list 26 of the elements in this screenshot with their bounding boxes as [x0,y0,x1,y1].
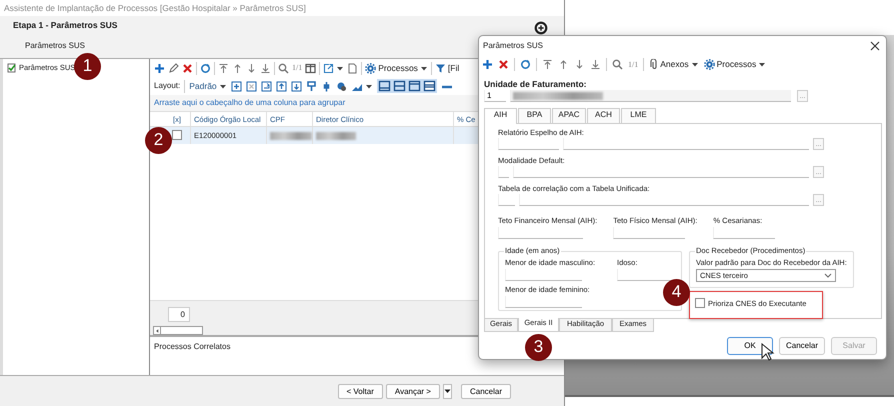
page-indicator: 1/1 [628,60,638,70]
filter-button[interactable]: [Fil [434,62,460,74]
menu-button[interactable]: Processos [365,62,428,74]
tab[interactable]: ACH [587,108,620,124]
field-label: Unidade de Faturamento: [484,79,588,90]
tab[interactable]: APAC [552,108,586,124]
step-title: Etapa 1 - Parâmetros SUS [13,20,118,30]
layout-label: Layout: [154,81,180,91]
layout-dropdown[interactable]: Padrão [189,80,227,92]
dialog-button[interactable]: OK [727,337,773,356]
page-indicator: 1/1 [292,63,302,73]
window-title: Assistente de Implantação de Processos [Gestão Hospitalar » Parâmetros SUS] [3,2,307,15]
dialog-button[interactable]: Cancelar [779,337,825,356]
step-subtitle: Parâmetros SUS [25,41,86,51]
menu-button[interactable]: Processos [704,59,766,70]
dialog-title: Parâmetros SUS [483,41,544,51]
wizard-button[interactable]: Cancelar [460,384,511,398]
tab[interactable]: LME [621,108,656,124]
tab[interactable]: AIH [484,108,517,124]
wizard-button[interactable]: Avançar > [386,384,440,398]
input-field[interactable]: 1 [484,90,506,102]
tab[interactable]: BPA [518,108,551,124]
related-processes-title: Processos Correlatos [154,342,230,351]
wizard-button[interactable]: < Voltar [338,384,383,398]
record-count: 0 [168,307,190,322]
menu-button[interactable]: Anexos [649,59,699,70]
